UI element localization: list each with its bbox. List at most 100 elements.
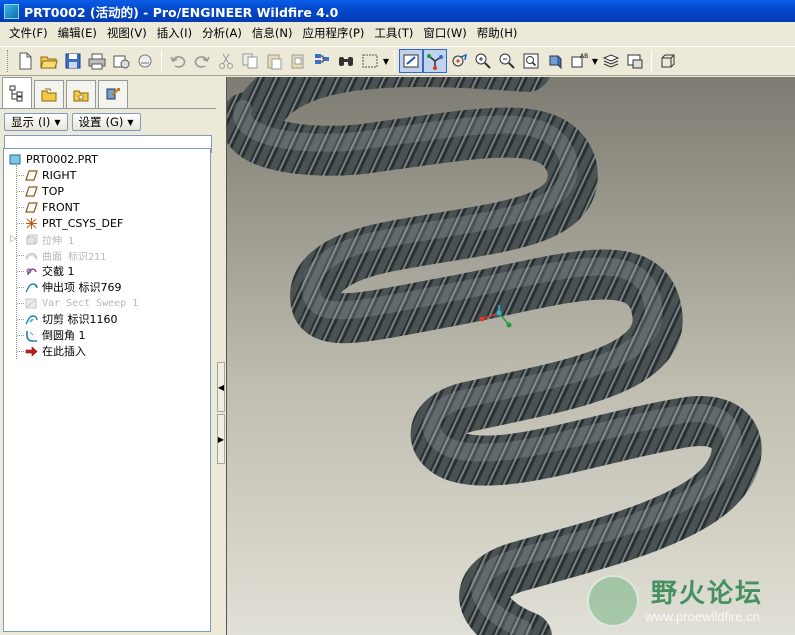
expand-arrow-icon[interactable]: ▷ [10, 231, 17, 247]
model-tree-tab[interactable] [2, 77, 32, 108]
collapse-right-icon[interactable]: ▶ [217, 414, 225, 464]
saved-views-icon[interactable]: AB [567, 49, 591, 73]
window-title: PRT0002 (活动的) - Pro/ENGINEER Wildfire 4.… [24, 4, 339, 20]
view-manager-icon[interactable] [623, 49, 647, 73]
tree-connector [17, 175, 24, 176]
forum-watermark: 野火论坛 www.proewildfire.cn [581, 569, 791, 633]
tree-node-front[interactable]: FRONT [24, 199, 80, 215]
show-button[interactable]: 显示 (I) ▼ [4, 113, 68, 131]
tree-connector [17, 223, 24, 224]
tree-connector [17, 271, 24, 272]
menu-analysis[interactable]: 分析(A) [197, 23, 247, 43]
cut-feature-icon [24, 312, 38, 326]
zoom-in-icon[interactable] [471, 49, 495, 73]
extrude-icon [24, 232, 38, 246]
tree-connector [16, 165, 17, 359]
folder-browser-tab[interactable] [34, 80, 64, 108]
menu-window[interactable]: 窗口(W) [418, 23, 471, 43]
tree-node-label: 倒圆角 1 [42, 329, 86, 342]
selection-filter-dropdown[interactable]: ▼ [382, 49, 390, 73]
orient-mode-icon[interactable] [447, 49, 471, 73]
find-icon[interactable] [334, 49, 358, 73]
tree-node-label: Var Sect Sweep 1 [42, 297, 139, 309]
part-icon [8, 152, 22, 166]
graphics-window[interactable]: 野火论坛 www.proewildfire.cn [226, 77, 795, 635]
refit-icon[interactable] [519, 49, 543, 73]
menu-edit[interactable]: 编辑(E) [53, 23, 102, 43]
open-icon[interactable] [37, 49, 61, 73]
tree-node-intersect[interactable]: 交截 1 [24, 263, 75, 279]
tree-node-extrude[interactable]: 拉伸 1 [24, 231, 74, 247]
show-button-label: 显示 [11, 115, 34, 129]
menu-info[interactable]: 信息(N) [247, 23, 298, 43]
zoom-out-icon[interactable] [495, 49, 519, 73]
tree-node-top[interactable]: TOP [24, 183, 64, 199]
chevron-down-icon: ▼ [54, 117, 61, 127]
saved-views-dropdown[interactable]: ▼ [591, 49, 599, 73]
tree-node-protrusion[interactable]: 伸出项 标识769 [24, 279, 122, 295]
plot-icon[interactable] [133, 49, 157, 73]
toolbar-grip[interactable] [7, 50, 10, 72]
regenerate-icon[interactable] [310, 49, 334, 73]
tree-node-var-sect-sweep[interactable]: Var Sect Sweep 1 [24, 295, 138, 311]
spring-model [227, 77, 762, 635]
reorient-icon[interactable] [543, 49, 567, 73]
paste-special-icon[interactable] [286, 49, 310, 73]
tree-connector [17, 319, 24, 320]
vss-icon [24, 296, 38, 310]
tree-node-label: PRT_CSYS_DEF [42, 216, 124, 230]
tree-connector [17, 191, 24, 192]
repaint-icon[interactable] [399, 49, 423, 73]
send-icon[interactable] [109, 49, 133, 73]
undo-icon[interactable] [166, 49, 190, 73]
new-icon[interactable] [13, 49, 37, 73]
csys-icon [24, 216, 38, 230]
title-bar: PRT0002 (活动的) - Pro/ENGINEER Wildfire 4.… [0, 0, 795, 22]
tree-node-surface[interactable]: 曲面 标识211 [24, 247, 106, 263]
svg-text:AB: AB [580, 53, 588, 60]
settings-button[interactable]: 设置 (G) ▼ [71, 113, 141, 131]
round-icon [24, 328, 38, 342]
protrusion-icon [24, 280, 38, 294]
menu-insert[interactable]: 插入(I) [152, 23, 197, 43]
datum-plane-icon [24, 184, 38, 198]
model-tree: PRT0002.PRT RIGHT TOP FRONT PRT_CSYS_DEF… [3, 148, 211, 632]
collapse-left-icon[interactable]: ◀ [217, 362, 225, 412]
paste-icon[interactable] [262, 49, 286, 73]
tree-node-insert-here[interactable]: 在此插入 [24, 343, 86, 359]
datum-plane-icon [24, 168, 38, 182]
spin-center-icon[interactable] [423, 49, 447, 73]
tree-node-round[interactable]: 倒圆角 1 [24, 327, 86, 343]
tree-connector [17, 335, 24, 336]
print-icon[interactable] [85, 49, 109, 73]
panel-splitter[interactable]: ◀ ▶ [216, 77, 226, 635]
tree-node-right[interactable]: RIGHT [24, 167, 76, 183]
toolbar-separator [394, 50, 395, 72]
menu-tools[interactable]: 工具(T) [369, 23, 418, 43]
forum-logo [587, 575, 639, 627]
display-style-icon[interactable] [656, 49, 680, 73]
show-button-key: (I) [38, 115, 51, 129]
redo-icon[interactable] [190, 49, 214, 73]
app-logo-icon [4, 3, 19, 19]
connections-tab[interactable] [98, 80, 128, 108]
menu-view[interactable]: 视图(V) [102, 23, 152, 43]
tree-node-label: 切剪 标识1160 [42, 313, 118, 326]
tree-node-cut[interactable]: 切剪 标识1160 [24, 311, 118, 327]
selection-filter-icon[interactable] [358, 49, 382, 73]
tree-connector [17, 287, 24, 288]
menu-help[interactable]: 帮助(H) [472, 23, 523, 43]
settings-button-label: 设置 [78, 115, 102, 129]
favorites-tab[interactable] [66, 80, 96, 108]
layers-icon[interactable] [599, 49, 623, 73]
menu-applications[interactable]: 应用程序(P) [297, 23, 369, 43]
cut-icon[interactable] [214, 49, 238, 73]
menu-file[interactable]: 文件(F) [4, 23, 53, 43]
tree-node-label: TOP [42, 184, 65, 198]
copy-icon[interactable] [238, 49, 262, 73]
tree-node-label: PRT0002.PRT [26, 152, 98, 166]
insert-here-icon [24, 344, 38, 358]
tree-node-part[interactable]: PRT0002.PRT [8, 151, 98, 167]
tree-node-csys[interactable]: PRT_CSYS_DEF [24, 215, 123, 231]
save-icon[interactable] [61, 49, 85, 73]
